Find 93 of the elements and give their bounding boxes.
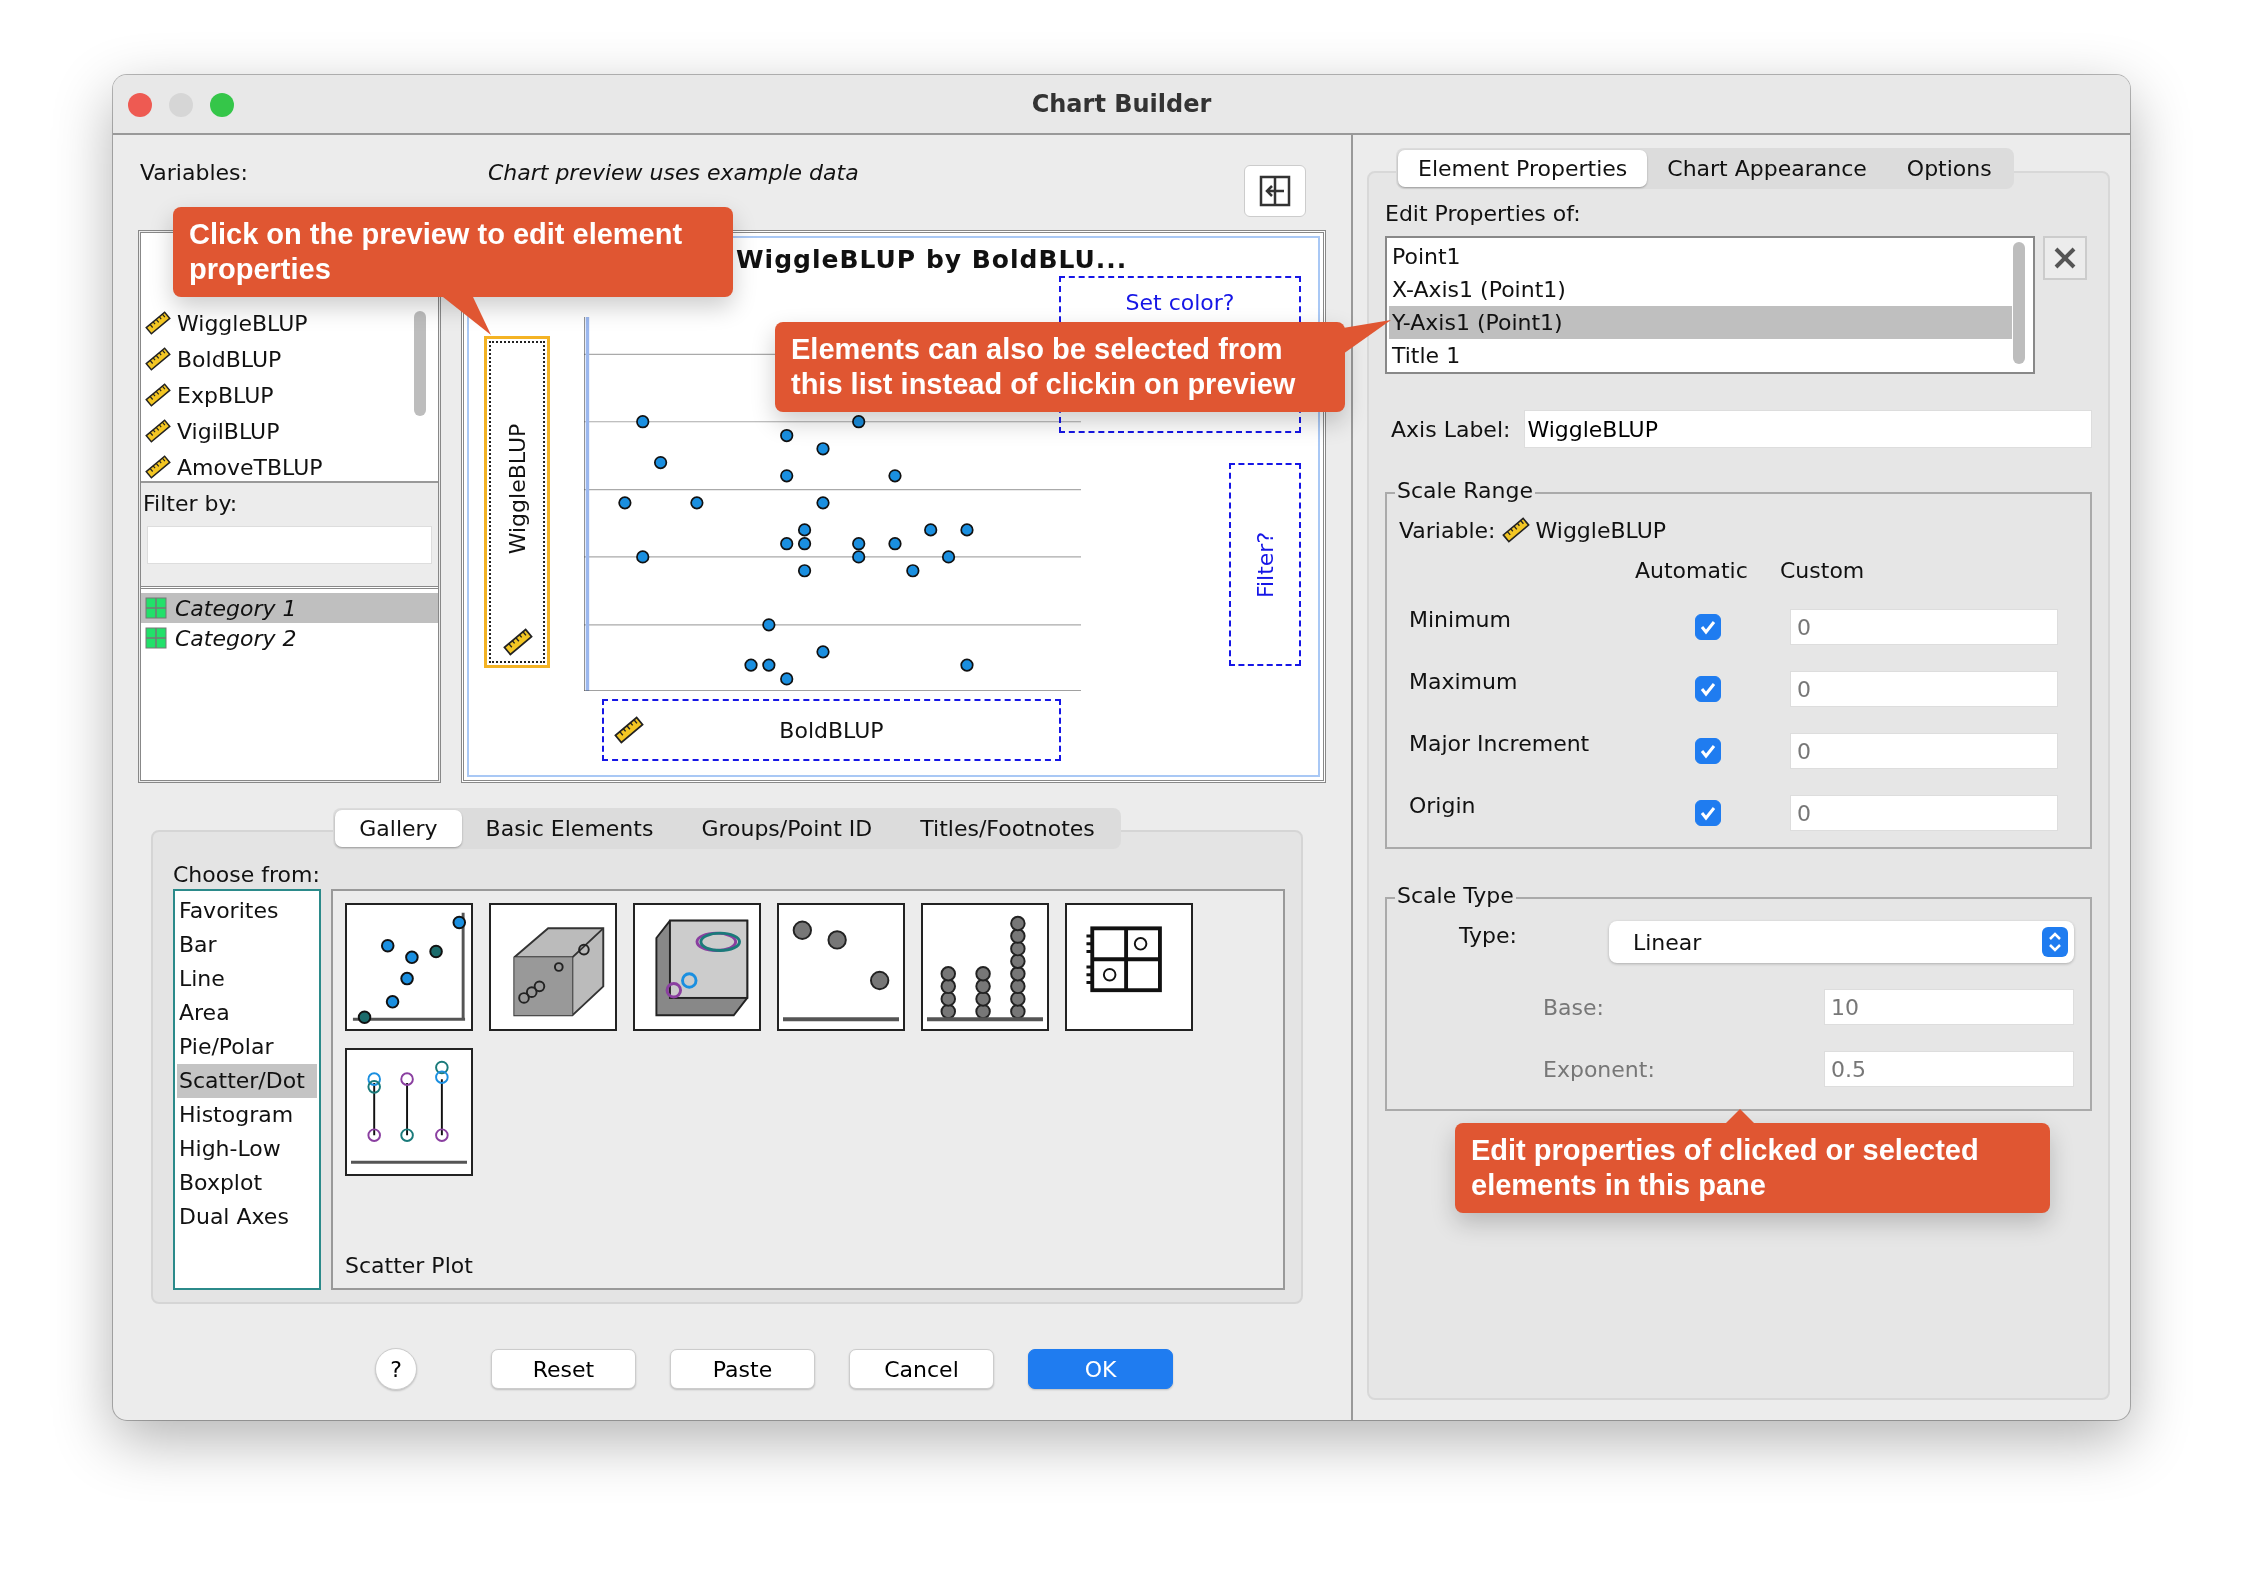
dialog-button[interactable]: Reset [491,1349,636,1389]
help-button[interactable]: ? [375,1348,417,1390]
close-icon[interactable] [128,93,152,117]
custom-value-field[interactable]: 0 [1790,795,2058,831]
checkbox[interactable] [1694,738,1721,764]
variable-item[interactable]: AmoveTBLUP [145,449,438,481]
chart-type-item[interactable]: Histogram [177,1098,317,1132]
export-button[interactable] [1244,165,1306,217]
chart-thumbnail[interactable] [345,903,473,1031]
element-item[interactable]: Y-Axis1 (Point1) [1389,306,2012,339]
grid-icon [145,627,167,649]
chart-type-item[interactable]: Line [177,962,317,996]
properties-tab[interactable]: Options [1886,150,2012,187]
stepper-icon [2042,927,2068,957]
type-select[interactable]: Linear [1609,921,2074,963]
element-item[interactable]: Point1 [1389,240,2012,273]
properties-tab[interactable]: Element Properties [1398,150,1648,187]
variable-name: WiggleBLUP [1535,517,1667,543]
checkbox[interactable] [1694,800,1721,826]
scatter-points-drawing[interactable] [618,415,974,686]
category-item[interactable]: Category 2 [141,623,438,653]
chart-type-item[interactable]: Scatter/Dot [177,1064,317,1098]
filter-label: Filter by: [143,491,239,516]
row-label: Major Increment [1408,730,1591,756]
scrollbar[interactable] [414,311,426,416]
chart-thumbnail[interactable] [921,903,1049,1031]
gallery-tab[interactable]: Groups/Point ID [677,810,897,847]
delete-button[interactable] [2043,236,2087,280]
chart-type-item[interactable]: Pie/Polar [177,1030,317,1064]
window-title: Chart Builder [1031,90,1212,118]
x-axis-label: BoldBLUP [779,717,884,743]
chart-type-item[interactable]: Bar [177,928,317,962]
element-item[interactable]: X-Axis1 (Point1) [1389,273,2012,306]
filter-zone-label: Filter? [1252,531,1278,598]
chart-thumbnail[interactable] [489,903,617,1031]
column-header: Automatic [1635,558,1749,583]
close-icon [2052,245,2078,271]
dialog-button[interactable]: Paste [670,1349,815,1389]
export-icon [1257,173,1293,209]
variables-label: Variables: [140,160,248,185]
chart-thumbnail[interactable] [633,903,761,1031]
chart-type-caption: Scatter Plot [345,1253,474,1278]
chart-thumbnail[interactable] [777,903,905,1031]
variable-label: Variable: [1399,517,1496,543]
choose-label: Choose from: [173,862,321,887]
grid-icon [145,597,167,619]
filter-drop-zone[interactable]: Filter? [1229,463,1301,666]
gallery-tab[interactable]: Basic Elements [461,810,678,847]
edit-properties-label: Edit Properties of: [1385,201,1582,226]
chart-type-item[interactable]: Dual Axes [177,1200,317,1234]
variable-item[interactable]: VigilBLUP [145,413,438,449]
checkbox[interactable] [1694,676,1721,702]
axis-label-field[interactable]: WiggleBLUP [1524,410,2092,448]
row-label: Maximum [1408,668,1519,694]
callout-pointer [443,297,493,337]
preview-note: Chart preview uses example data [487,160,859,185]
exponent-label: Exponent: [1543,1056,1656,1082]
callout-tooltip: Edit properties of clicked or selected elements in this pane [1455,1123,2050,1213]
chart-type-item[interactable]: High-Low [177,1132,317,1166]
chart-thumbnail[interactable] [345,1048,473,1176]
row-label: Minimum [1408,606,1512,632]
dialog-button[interactable]: Cancel [849,1349,994,1389]
custom-value-field[interactable]: 0 [1790,609,2058,645]
category-item[interactable]: Category 1 [141,593,438,623]
chart-type-item[interactable]: Boxplot [177,1166,317,1200]
variable-item[interactable]: BoldBLUP [145,341,438,377]
row-label: Origin [1408,792,1477,818]
chart-thumbnail[interactable] [1065,903,1193,1031]
scrollbar[interactable] [2013,242,2025,364]
base-label: Base: [1543,994,1605,1020]
column-header: Custom [1780,558,1866,583]
callout-pointer [1725,1108,1755,1124]
y-axis-label: WiggleBLUP [504,423,530,555]
filter-field[interactable] [147,526,432,564]
gallery-tab[interactable]: Titles/Footnotes [896,810,1119,847]
gallery-tab[interactable]: Gallery [335,810,462,847]
chart-type-item[interactable]: Area [177,996,317,1030]
chart-title[interactable]: WiggleBLUP by BoldBLU... [736,245,1128,274]
checkbox[interactable] [1694,614,1721,640]
axis-label-label: Axis Label: [1391,416,1511,442]
chart-type-item[interactable]: Favorites [177,894,317,928]
type-label: Type: [1458,922,1518,948]
element-item[interactable]: Title 1 [1389,339,2012,372]
properties-tab[interactable]: Chart Appearance [1647,150,1887,187]
callout-tooltip: Elements can also be selected from this list instead of clickin on preview [775,322,1345,412]
variable-item[interactable]: WiggleBLUP [145,305,438,341]
custom-value-field[interactable]: 0 [1790,671,2058,707]
color-zone-label: Set color? [1125,290,1235,315]
y-axis-drop-zone[interactable]: WiggleBLUP [484,336,550,668]
ok-button[interactable]: OK [1028,1349,1173,1389]
custom-value-field[interactable]: 0 [1790,733,2058,769]
x-axis-drop-zone[interactable]: BoldBLUP [602,699,1061,761]
variable-item[interactable]: ExpBLUP [145,377,438,413]
